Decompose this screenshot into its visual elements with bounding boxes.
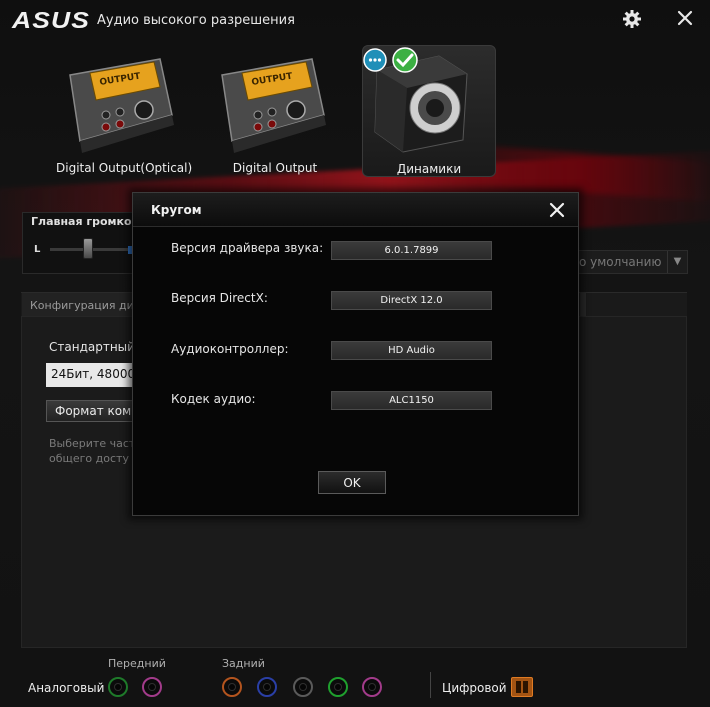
close-icon[interactable] [675, 8, 695, 28]
format-select[interactable]: 24Бит, 48000 Н [46, 363, 134, 387]
format-button[interactable]: Формат комп [46, 400, 134, 422]
asus-logo: ASUS [12, 7, 91, 33]
dialog-title: Кругом [151, 203, 202, 217]
default-device-dropdown[interactable]: о умолчанию ▼ [576, 250, 688, 274]
info-bubble-icon [363, 48, 387, 72]
ok-button[interactable]: OK [318, 471, 386, 494]
rear-jack-green[interactable] [328, 677, 348, 697]
left-channel-label: L [34, 244, 41, 255]
device-digital-output-optical[interactable]: OUTPUT Digital Output(Optical) [56, 45, 193, 177]
device-digital-output[interactable]: OUTPUT Digital Output [208, 45, 342, 177]
driver-version-label: Версия драйвера звука: [171, 241, 324, 255]
default-dropdown-label: о умолчанию [579, 255, 662, 269]
audio-codec-value: ALC1150 [331, 391, 492, 410]
digital-output-panel-icon: OUTPUT [221, 58, 326, 153]
digital-output-icon[interactable] [511, 677, 533, 697]
app-title: Аудио высокого разрешения [97, 13, 295, 28]
digital-label: Цифровой [442, 681, 507, 695]
hint-line: общего досту [49, 452, 129, 465]
front-jack-green[interactable] [108, 677, 128, 697]
check-default-icon [392, 47, 418, 73]
digital-output-panel-icon: OUTPUT [69, 58, 174, 153]
driver-version-value: 6.0.1.7899 [331, 241, 492, 260]
device-label: Digital Output(Optical) [56, 161, 193, 175]
rear-jack-pink[interactable] [362, 677, 382, 697]
close-icon[interactable] [549, 202, 565, 218]
audio-codec-label: Кодек аудио: [171, 392, 256, 406]
dialog-header: Кругом [133, 193, 578, 227]
gear-icon[interactable] [622, 9, 642, 29]
rear-jack-blue[interactable] [257, 677, 277, 697]
front-jacks-label: Передний [108, 657, 166, 670]
chevron-down-icon[interactable]: ▼ [667, 251, 687, 273]
analog-label: Аналоговый [28, 681, 105, 695]
rear-jacks-label: Задний [222, 657, 265, 670]
rear-jack-black[interactable] [293, 677, 313, 697]
directx-version-label: Версия DirectX: [171, 291, 268, 305]
standard-format-label: Стандартный ф [49, 340, 133, 354]
about-dialog: Кругом Версия драйвера звука: 6.0.1.7899… [132, 192, 579, 516]
title-bar: ASUS Аудио высокого разрешения [0, 0, 710, 40]
device-label: Digital Output [232, 161, 318, 175]
volume-slider-thumb[interactable] [83, 238, 93, 259]
device-label: Динамики [396, 162, 462, 176]
device-speakers[interactable]: Динамики [362, 45, 496, 177]
tab-speaker-config[interactable]: Конфигурация дин [22, 293, 134, 317]
hint-line: Выберите част [49, 437, 133, 450]
front-jack-pink[interactable] [142, 677, 162, 697]
app-window: ASUS Аудио высокого разрешения OUTPUT Di… [0, 0, 710, 707]
device-status-badges [363, 47, 418, 73]
audio-controller-label: Аудиоконтроллер: [171, 342, 289, 356]
jack-divider [430, 672, 431, 698]
rear-jack-orange[interactable] [222, 677, 242, 697]
hint-text: Выберите част общего досту [49, 436, 133, 466]
directx-version-value: DirectX 12.0 [331, 291, 492, 310]
audio-controller-value: HD Audio [331, 341, 492, 360]
